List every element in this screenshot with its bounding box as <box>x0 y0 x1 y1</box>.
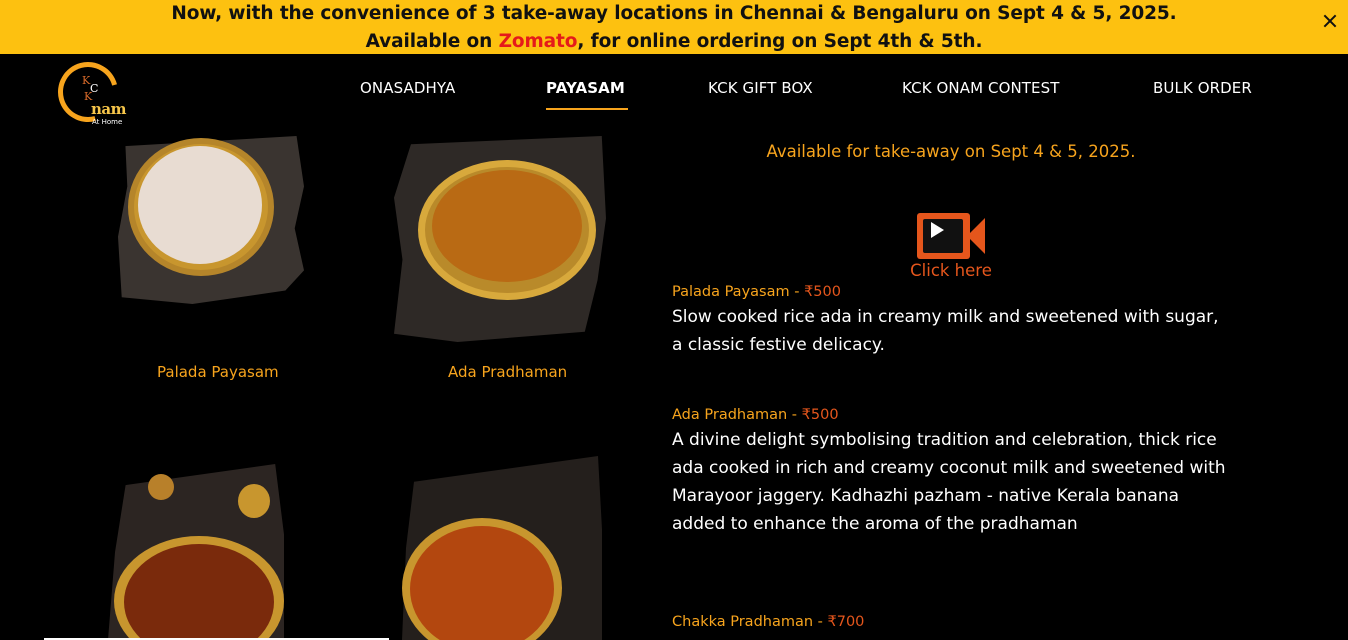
item-title-ada-pradhaman: Ada Pradhaman - ₹500 <box>672 407 839 423</box>
zomato-link[interactable]: Zomato <box>499 31 578 52</box>
main-nav: ONASADHYA PAYASAM KCK GIFT BOX KCK ONAM … <box>0 79 1348 110</box>
item-price: ₹500 <box>804 284 841 300</box>
caption-palada-payasam[interactable]: Palada Payasam <box>157 363 279 381</box>
nav-bulk-order[interactable]: BULK ORDER <box>1153 79 1252 97</box>
availability-text: Available for take-away on Sept 4 & 5, 2… <box>766 142 1136 161</box>
item-description-ada-pradhaman: A divine delight symbolising tradition a… <box>672 430 1226 534</box>
item-price: ₹700 <box>827 614 865 630</box>
logo-tagline: At Home <box>92 118 123 126</box>
item-name: Palada Payasam - <box>672 284 805 300</box>
announcement-line-2: Available on Zomato, for online ordering… <box>0 28 1348 56</box>
brass-lamp <box>238 484 270 518</box>
nav-kck-gift-box[interactable]: KCK GIFT BOX <box>708 79 813 97</box>
item-description-palada-payasam: Slow cooked rice ada in creamy milk and … <box>672 307 1219 355</box>
active-nav-underline <box>546 108 628 110</box>
announcement-suffix: , for online ordering on Sept 4th & 5th. <box>577 31 983 52</box>
announcement-bar: Now, with the convenience of 3 take-away… <box>0 0 1348 54</box>
nav-payasam[interactable]: PAYASAM <box>546 79 625 97</box>
paal-pradhaman-image[interactable] <box>402 456 602 640</box>
item-name: Ada Pradhaman - <box>672 407 802 423</box>
payasam-surface <box>138 146 262 264</box>
chakka-pradhaman-image[interactable] <box>108 464 284 640</box>
nav-kck-onam-contest[interactable]: KCK ONAM CONTEST <box>902 79 1060 97</box>
brass-lamp <box>148 474 174 500</box>
site-header: K C K nam At Home ONASADHYA PAYASAM KCK … <box>0 51 1348 136</box>
palada-payasam-image[interactable] <box>112 136 310 312</box>
nav-onasadhya[interactable]: ONASADHYA <box>360 79 455 97</box>
camera-body <box>917 213 970 259</box>
item-price: ₹500 <box>801 407 839 423</box>
pradhaman-surface <box>410 526 554 640</box>
item-title-chakka-pradhaman: Chakka Pradhaman - ₹700 <box>672 614 864 630</box>
announcement-line-1: Now, with the convenience of 3 take-away… <box>171 3 1177 24</box>
item-name: Chakka Pradhaman - <box>672 614 828 630</box>
click-here-link[interactable]: Click here <box>880 261 1022 280</box>
camera-lens <box>967 218 985 254</box>
video-camera-icon[interactable] <box>917 213 987 259</box>
pradhaman-surface <box>432 170 582 282</box>
item-title-palada-payasam: Palada Payasam - ₹500 <box>672 284 841 300</box>
close-icon[interactable] <box>1323 14 1337 28</box>
logo-wordmark: nam <box>91 100 127 118</box>
announcement-prefix: Available on <box>365 31 499 52</box>
ada-pradhaman-image[interactable] <box>394 136 606 342</box>
caption-ada-pradhaman[interactable]: Ada Pradhaman <box>448 363 567 381</box>
play-icon <box>931 222 944 238</box>
